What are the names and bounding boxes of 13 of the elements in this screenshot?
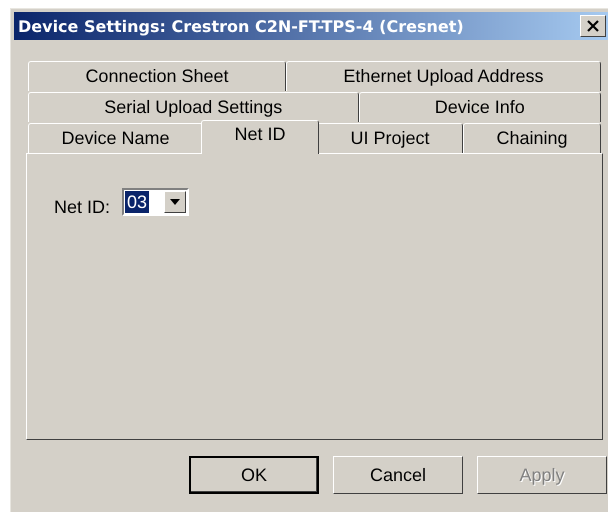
net-id-dropdown[interactable]: 03 [122,188,190,216]
tab[interactable]: Device Info [358,92,601,122]
tab[interactable]: Connection Sheet [28,61,286,91]
tab[interactable]: UI Project [317,123,463,153]
dialog-button[interactable]: Cancel [333,456,463,494]
tab[interactable]: Chaining [463,123,602,153]
dialog-button[interactable]: OK [189,456,319,494]
net-id-label: Net ID: [54,197,110,218]
tab[interactable]: Ethernet Upload Address [286,61,601,91]
tab[interactable]: Device Name [28,123,204,153]
window-title: Device Settings: Crestron C2N-FT-TPS-4 (Cresnet) [18,16,464,36]
tab[interactable]: Net ID [201,120,319,154]
tab[interactable]: Serial Upload Settings [28,92,359,122]
